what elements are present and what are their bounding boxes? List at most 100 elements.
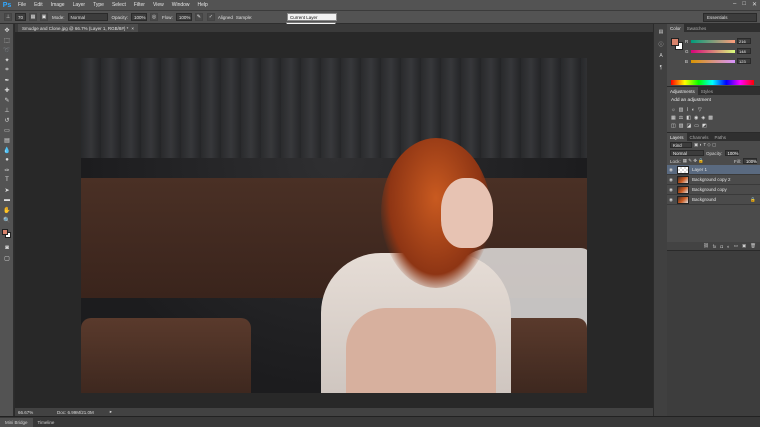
- tab-color[interactable]: Color: [667, 24, 684, 32]
- curves-icon[interactable]: ⌇: [686, 107, 688, 113]
- delete-layer-icon[interactable]: 🗑: [750, 243, 756, 249]
- document-tab-close-icon[interactable]: ×: [131, 26, 134, 31]
- color-panel-fg-swatch[interactable]: [671, 38, 679, 46]
- menu-edit[interactable]: Edit: [30, 2, 47, 8]
- opacity-input[interactable]: 100%: [131, 13, 148, 21]
- blue-slider[interactable]: B 123: [685, 58, 757, 64]
- filter-kind-select[interactable]: Kind: [670, 142, 692, 148]
- type-tool-icon[interactable]: T: [2, 176, 12, 184]
- airbrush-icon[interactable]: ✎: [194, 13, 203, 21]
- path-selection-tool-icon[interactable]: ➤: [2, 186, 12, 194]
- layers-fill-input[interactable]: 100%: [743, 158, 757, 164]
- invert-icon[interactable]: ◫: [671, 123, 676, 129]
- workspace-switcher[interactable]: Essentials: [703, 13, 757, 22]
- color-lookup-icon[interactable]: ▩: [708, 115, 713, 121]
- canvas-area[interactable]: [15, 32, 653, 408]
- color-balance-icon[interactable]: ⚖: [679, 115, 683, 121]
- layers-opacity-input[interactable]: 100%: [724, 150, 739, 156]
- sample-select[interactable]: Current Layer: [287, 13, 337, 21]
- lasso-tool-icon[interactable]: ➰: [2, 46, 12, 54]
- link-layers-icon[interactable]: ⛓: [703, 243, 709, 249]
- layer-row[interactable]: ◉ Background copy: [667, 185, 760, 195]
- brush-panel-icon[interactable]: ▦: [29, 13, 38, 21]
- document-image[interactable]: [81, 58, 587, 393]
- hue-saturation-icon[interactable]: ▦: [671, 115, 676, 121]
- pen-tool-icon[interactable]: ✑: [2, 166, 12, 174]
- menu-layer[interactable]: Layer: [69, 2, 90, 8]
- tab-adjustments[interactable]: Adjustments: [667, 87, 698, 95]
- layer-row[interactable]: ◉ Background copy 2: [667, 175, 760, 185]
- filter-icons[interactable]: ▣ ◐ T ◇ ▢: [694, 142, 716, 148]
- flow-input[interactable]: 100%: [175, 13, 192, 21]
- fx-icon[interactable]: fx: [713, 244, 717, 249]
- hand-tool-icon[interactable]: ✋: [2, 206, 12, 214]
- blue-track[interactable]: [691, 59, 735, 63]
- green-slider[interactable]: G 148: [685, 48, 757, 54]
- gradient-map-icon[interactable]: ▭: [694, 123, 699, 129]
- eraser-tool-icon[interactable]: ▭: [2, 126, 12, 134]
- shape-tool-icon[interactable]: ▬: [2, 196, 12, 204]
- black-white-icon[interactable]: ◧: [686, 115, 691, 121]
- vibrance-icon[interactable]: ▽: [698, 107, 702, 113]
- green-value-input[interactable]: 148: [737, 48, 751, 54]
- blue-value-input[interactable]: 123: [737, 58, 751, 64]
- minimize-button[interactable]: –: [733, 1, 736, 8]
- dodge-tool-icon[interactable]: ●: [2, 156, 12, 164]
- tab-mini-bridge[interactable]: Mini Bridge: [0, 417, 33, 427]
- menu-window[interactable]: Window: [168, 2, 194, 8]
- new-adjustment-icon[interactable]: ◐: [727, 244, 730, 249]
- photo-filter-icon[interactable]: ◉: [694, 115, 698, 121]
- aligned-checkbox[interactable]: ✓: [206, 13, 215, 21]
- close-button[interactable]: ✕: [752, 1, 757, 8]
- quick-mask-icon[interactable]: ◙: [2, 244, 12, 252]
- tab-channels[interactable]: Channels: [687, 133, 712, 141]
- red-slider[interactable]: R 216: [685, 38, 757, 44]
- tab-paths[interactable]: Paths: [712, 133, 730, 141]
- eyedropper-tool-icon[interactable]: ✒: [2, 76, 12, 84]
- new-layer-icon[interactable]: ▣: [742, 243, 746, 249]
- tab-timeline[interactable]: Timeline: [33, 418, 60, 427]
- healing-brush-tool-icon[interactable]: ✚: [2, 86, 12, 94]
- menu-image[interactable]: Image: [47, 2, 69, 8]
- visibility-eye-icon[interactable]: ◉: [667, 177, 675, 183]
- brush-size-picker[interactable]: 70: [15, 13, 27, 21]
- status-menu-arrow-icon[interactable]: ▸: [110, 409, 112, 415]
- layer-row[interactable]: ◉ Layer 1: [667, 165, 760, 175]
- exposure-icon[interactable]: ◐: [692, 107, 695, 113]
- new-group-icon[interactable]: ▭: [734, 243, 738, 249]
- clone-source-icon[interactable]: ▣: [40, 13, 49, 21]
- gradient-tool-icon[interactable]: ▤: [2, 136, 12, 144]
- tab-styles[interactable]: Styles: [698, 87, 716, 95]
- visibility-eye-icon[interactable]: ◉: [667, 187, 675, 193]
- properties-panel-icon[interactable]: ⓘ: [656, 40, 666, 48]
- threshold-icon[interactable]: ◪: [686, 123, 691, 129]
- green-track[interactable]: [691, 49, 735, 53]
- marquee-tool-icon[interactable]: ⬚: [2, 36, 12, 44]
- menu-view[interactable]: View: [149, 2, 168, 8]
- tab-layers[interactable]: Layers: [667, 133, 687, 141]
- history-panel-icon[interactable]: ▤: [656, 28, 666, 36]
- history-brush-tool-icon[interactable]: ↺: [2, 116, 12, 124]
- screen-mode-icon[interactable]: ▢: [2, 254, 12, 262]
- layer-row[interactable]: ◉ Background 🔒: [667, 195, 760, 205]
- crop-tool-icon[interactable]: ⌗: [2, 66, 12, 74]
- clone-stamp-tool-icon[interactable]: ⊥: [2, 106, 12, 114]
- levels-icon[interactable]: ▥: [679, 107, 684, 113]
- menu-filter[interactable]: Filter: [130, 2, 149, 8]
- brightness-icon[interactable]: ☼: [671, 107, 676, 113]
- menu-type[interactable]: Type: [89, 2, 108, 8]
- clone-stamp-tool-icon[interactable]: ⊥: [4, 13, 12, 21]
- channel-mixer-icon[interactable]: ◈: [701, 115, 705, 121]
- color-spectrum[interactable]: [671, 80, 754, 85]
- mode-select[interactable]: Normal: [67, 13, 108, 21]
- character-panel-icon[interactable]: A: [656, 52, 666, 60]
- blur-tool-icon[interactable]: 💧: [2, 146, 12, 154]
- visibility-eye-icon[interactable]: ◉: [667, 167, 675, 173]
- pressure-opacity-icon[interactable]: ◎: [150, 13, 159, 21]
- posterize-icon[interactable]: ▧: [679, 123, 684, 129]
- lock-icons[interactable]: ▦ ✎ ✥ 🔒: [683, 158, 704, 164]
- maximize-button[interactable]: □: [742, 1, 746, 8]
- visibility-eye-icon[interactable]: ◉: [667, 197, 675, 203]
- document-tab[interactable]: Smudge and Clone.jpg @ 66.7% (Layer 1, R…: [18, 24, 139, 32]
- zoom-tool-icon[interactable]: 🔍: [2, 216, 12, 224]
